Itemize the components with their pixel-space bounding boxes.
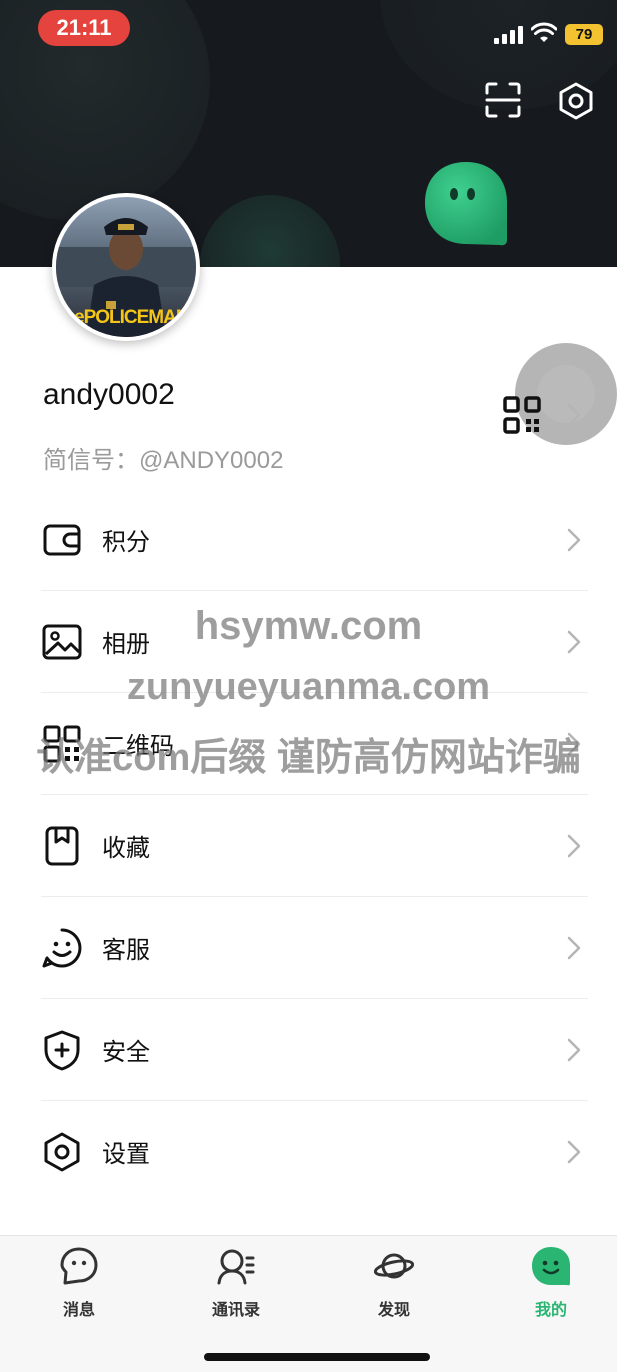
battery-indicator: 79 [565, 24, 603, 45]
menu-item-label: 积分 [102, 529, 150, 556]
chevron-right-icon [567, 630, 581, 654]
avatar-image: LePOLICEMAN [56, 197, 196, 337]
contacts-icon [217, 1249, 255, 1285]
menu-item-favorites[interactable]: 收藏 [0, 795, 617, 897]
home-indicator[interactable] [204, 1353, 430, 1361]
wallet-icon [43, 524, 81, 556]
chevron-right-icon [567, 732, 581, 756]
chevron-right-icon [567, 403, 581, 427]
tab-label: 我的 [534, 1302, 567, 1319]
signal-icon [494, 26, 524, 44]
username: andy0002 [43, 378, 175, 411]
tab-label: 消息 [62, 1302, 95, 1319]
avatar[interactable]: LePOLICEMAN [52, 193, 200, 341]
wifi-icon [531, 22, 557, 42]
menu-item-label: 收藏 [102, 835, 150, 862]
tab-me[interactable]: 我的 [491, 1236, 611, 1326]
menu-item-label: 二维码 [102, 733, 174, 760]
chevron-right-icon [567, 834, 581, 858]
tab-messages[interactable]: 消息 [19, 1236, 139, 1326]
settings-menu: 积分 相册 二维码 收藏 客服 安全 设置 [0, 489, 617, 1203]
chevron-right-icon [567, 528, 581, 552]
menu-item-qr-code[interactable]: 二维码 [0, 693, 617, 795]
tab-label: 通讯录 [211, 1302, 260, 1319]
menu-item-label: 设置 [102, 1141, 150, 1168]
hexagon-settings-icon [44, 1132, 80, 1172]
tab-label: 发现 [377, 1302, 410, 1319]
menu-item-security[interactable]: 安全 [0, 999, 617, 1101]
image-icon [42, 624, 82, 660]
menu-item-settings[interactable]: 设置 [0, 1101, 617, 1203]
scan-icon[interactable] [485, 82, 521, 118]
menu-item-customer-service[interactable]: 客服 [0, 897, 617, 999]
tab-discover[interactable]: 发现 [334, 1236, 454, 1326]
menu-item-points[interactable]: 积分 [0, 489, 617, 591]
tab-contacts[interactable]: 通讯录 [176, 1236, 296, 1326]
planet-icon [374, 1253, 414, 1279]
support-smile-icon [42, 928, 82, 968]
bookmark-icon [45, 826, 79, 866]
chevron-right-icon [567, 936, 581, 960]
chevron-right-icon [567, 1038, 581, 1062]
mascot-icon [532, 1247, 570, 1286]
menu-item-label: 安全 [102, 1039, 150, 1066]
decor-bubble [200, 195, 340, 267]
bottom-tab-bar: 消息 通讯录 发现 我的 [0, 1235, 617, 1372]
qr-code-icon [43, 725, 81, 763]
status-time: 21:11 [38, 10, 130, 46]
menu-item-label: 客服 [102, 937, 150, 964]
qr-code-icon[interactable] [503, 396, 541, 434]
shield-plus-icon [44, 1030, 80, 1071]
user-handle: 简信号：@ANDY0002 [43, 447, 284, 474]
menu-item-album[interactable]: 相册 [0, 591, 617, 693]
mascot-icon [425, 162, 507, 246]
chevron-right-icon [567, 1140, 581, 1164]
avatar-caption: LePOLICEMAN [63, 307, 189, 328]
menu-item-label: 相册 [102, 631, 150, 658]
settings-icon[interactable] [557, 82, 595, 120]
message-bubble-icon [60, 1247, 98, 1285]
